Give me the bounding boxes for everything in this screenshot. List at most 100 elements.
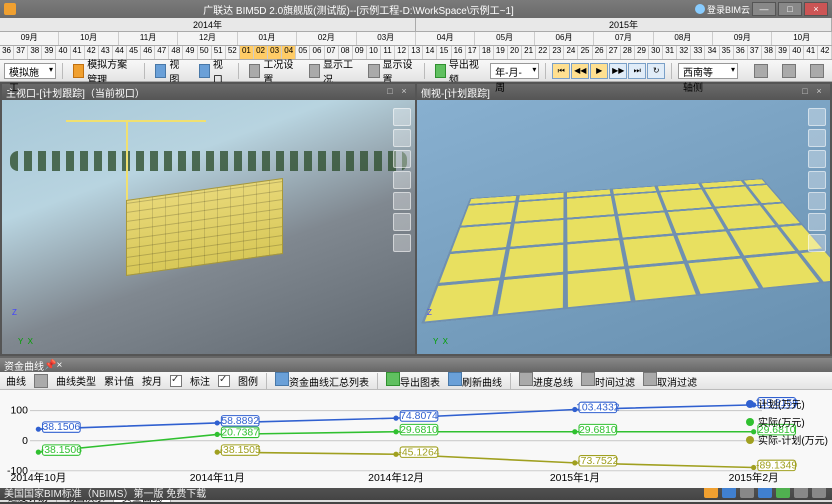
timeline-week[interactable]: 22 <box>536 46 550 59</box>
timeline-month[interactable]: 05月 <box>475 32 534 45</box>
timeline-week[interactable]: 37 <box>14 46 28 59</box>
pan-tool[interactable] <box>808 129 826 147</box>
time-filter-button[interactable]: 时间过滤 <box>581 372 635 389</box>
restore-button[interactable]: □ <box>778 2 802 16</box>
timeline-week[interactable]: 31 <box>663 46 677 59</box>
chart-body[interactable]: -10001002014年10月2014年11月2014年12月2015年1月2… <box>0 390 832 488</box>
view-tool-6[interactable] <box>393 213 411 231</box>
timeline-week[interactable]: 41 <box>804 46 818 59</box>
timeline-week[interactable]: 42 <box>818 46 832 59</box>
play-button[interactable]: ▶ <box>590 63 608 79</box>
annotate-checkbox[interactable] <box>170 375 182 387</box>
zoom-tool[interactable] <box>393 108 411 126</box>
cumulative-combo[interactable]: 累计值 <box>104 373 134 388</box>
view-tool-7[interactable] <box>393 234 411 252</box>
timeline-week[interactable]: 21 <box>522 46 536 59</box>
orbit-tool[interactable] <box>393 150 411 168</box>
timeline-week[interactable]: 38 <box>762 46 776 59</box>
timeline-week[interactable]: 19 <box>494 46 508 59</box>
side-3d-view[interactable] <box>417 100 830 354</box>
axis-combo[interactable]: 西南等轴侧 <box>678 63 738 79</box>
export-chart-button[interactable]: 导出图表 <box>386 372 440 389</box>
play-next-button[interactable]: ▶▶ <box>609 63 627 79</box>
fit-tool[interactable] <box>808 171 826 189</box>
timeline-week[interactable]: 39 <box>776 46 790 59</box>
cloud-login-label[interactable]: 登录BIM云 <box>707 3 750 16</box>
play-prev-button[interactable]: ◀◀ <box>571 63 589 79</box>
pan-tool[interactable] <box>393 129 411 147</box>
timeline-week[interactable]: 36 <box>0 46 14 59</box>
timeline-week[interactable]: 40 <box>790 46 804 59</box>
timeline-month[interactable]: 03月 <box>357 32 416 45</box>
timeline-week[interactable]: 24 <box>564 46 578 59</box>
axis-gizmo[interactable] <box>10 316 40 346</box>
panel-close-button[interactable]: × <box>812 86 826 98</box>
view-tool-5[interactable] <box>808 192 826 210</box>
view-tool-7[interactable] <box>808 234 826 252</box>
legend-checkbox[interactable] <box>218 375 230 387</box>
timeline-week[interactable]: 23 <box>550 46 564 59</box>
main-3d-view[interactable] <box>2 100 415 354</box>
timeline-week[interactable]: 37 <box>748 46 762 59</box>
timeline-month[interactable]: 10月 <box>59 32 118 45</box>
timeline-week[interactable]: 27 <box>607 46 621 59</box>
play-first-button[interactable]: ⏮ <box>552 63 570 79</box>
play-loop-button[interactable]: ↻ <box>647 63 665 79</box>
close-button[interactable]: × <box>804 2 828 16</box>
toolbar-extra-2[interactable] <box>778 63 800 79</box>
toolbar-extra-3[interactable] <box>806 63 828 79</box>
timeline-week[interactable]: 39 <box>42 46 56 59</box>
zoom-tool[interactable] <box>808 108 826 126</box>
timeline-week[interactable]: 33 <box>691 46 705 59</box>
axis-gizmo[interactable] <box>425 316 455 346</box>
timeline-week[interactable]: 29 <box>635 46 649 59</box>
timeline-week[interactable]: 35 <box>720 46 734 59</box>
building-model <box>126 178 283 276</box>
refresh-chart-button[interactable]: 刷新曲线 <box>448 372 502 389</box>
timeline-month[interactable]: 10月 <box>772 32 831 45</box>
timeline-month[interactable]: 11月 <box>119 32 178 45</box>
timeline-month[interactable]: 01月 <box>238 32 297 45</box>
timeline-month[interactable]: 02月 <box>297 32 356 45</box>
panel-close-button[interactable]: × <box>397 86 411 98</box>
play-last-button[interactable]: ⏭ <box>628 63 646 79</box>
chart-legend: 计划(万元) 实际(万元) 实际-计划(万元) <box>746 396 828 447</box>
fit-tool[interactable] <box>393 171 411 189</box>
timeline-week[interactable]: 30 <box>649 46 663 59</box>
timeline-months[interactable]: 09月10月11月12月01月02月03月04月05月06月07月08月09月1… <box>0 32 832 46</box>
chart-pin-button[interactable]: 📌 <box>44 360 56 371</box>
panel-max-button[interactable]: □ <box>798 86 812 98</box>
summary-button[interactable]: 资金曲线汇总列表 <box>275 372 369 389</box>
timeline-month[interactable]: 04月 <box>416 32 475 45</box>
timeline-week[interactable]: 20 <box>508 46 522 59</box>
orbit-tool[interactable] <box>808 150 826 168</box>
mode-combo[interactable]: 模拟施工 <box>4 63 56 79</box>
timeline-month[interactable]: 08月 <box>654 32 713 45</box>
curve-icon[interactable] <box>34 374 48 388</box>
workspace: 主视口-[计划跟踪]（当前视口） □ × 侧视-[计划跟踪] <box>0 82 832 356</box>
timeline-week[interactable]: 32 <box>677 46 691 59</box>
timeline-month[interactable]: 09月 <box>0 32 59 45</box>
chart-close-button[interactable]: × <box>56 360 62 371</box>
curve-type-label: 曲线类型 <box>56 373 96 388</box>
view-tool-5[interactable] <box>393 192 411 210</box>
timeline-week[interactable]: 28 <box>621 46 635 59</box>
timeline-month[interactable]: 06月 <box>535 32 594 45</box>
timeline-month[interactable]: 09月 <box>713 32 772 45</box>
panel-max-button[interactable]: □ <box>383 86 397 98</box>
timeline-month[interactable]: 07月 <box>594 32 653 45</box>
toolbar-extra-1[interactable] <box>750 63 772 79</box>
timeline-week[interactable]: 38 <box>28 46 42 59</box>
minimize-button[interactable]: — <box>752 2 776 16</box>
timeline-week[interactable]: 34 <box>705 46 719 59</box>
timeline-month[interactable]: 12月 <box>178 32 237 45</box>
svg-text:-89.1349: -89.1349 <box>756 461 797 472</box>
timeline-week[interactable]: 25 <box>578 46 592 59</box>
unit-combo[interactable]: 按月 <box>142 373 162 388</box>
progress-filter-button[interactable]: 进度总线 <box>519 372 573 389</box>
timeline-week[interactable]: 36 <box>734 46 748 59</box>
view-tool-6[interactable] <box>808 213 826 231</box>
date-granularity-combo[interactable]: 年-月-周 <box>490 63 539 79</box>
cancel-filter-button[interactable]: 取消过滤 <box>643 372 697 389</box>
timeline-week[interactable]: 26 <box>593 46 607 59</box>
